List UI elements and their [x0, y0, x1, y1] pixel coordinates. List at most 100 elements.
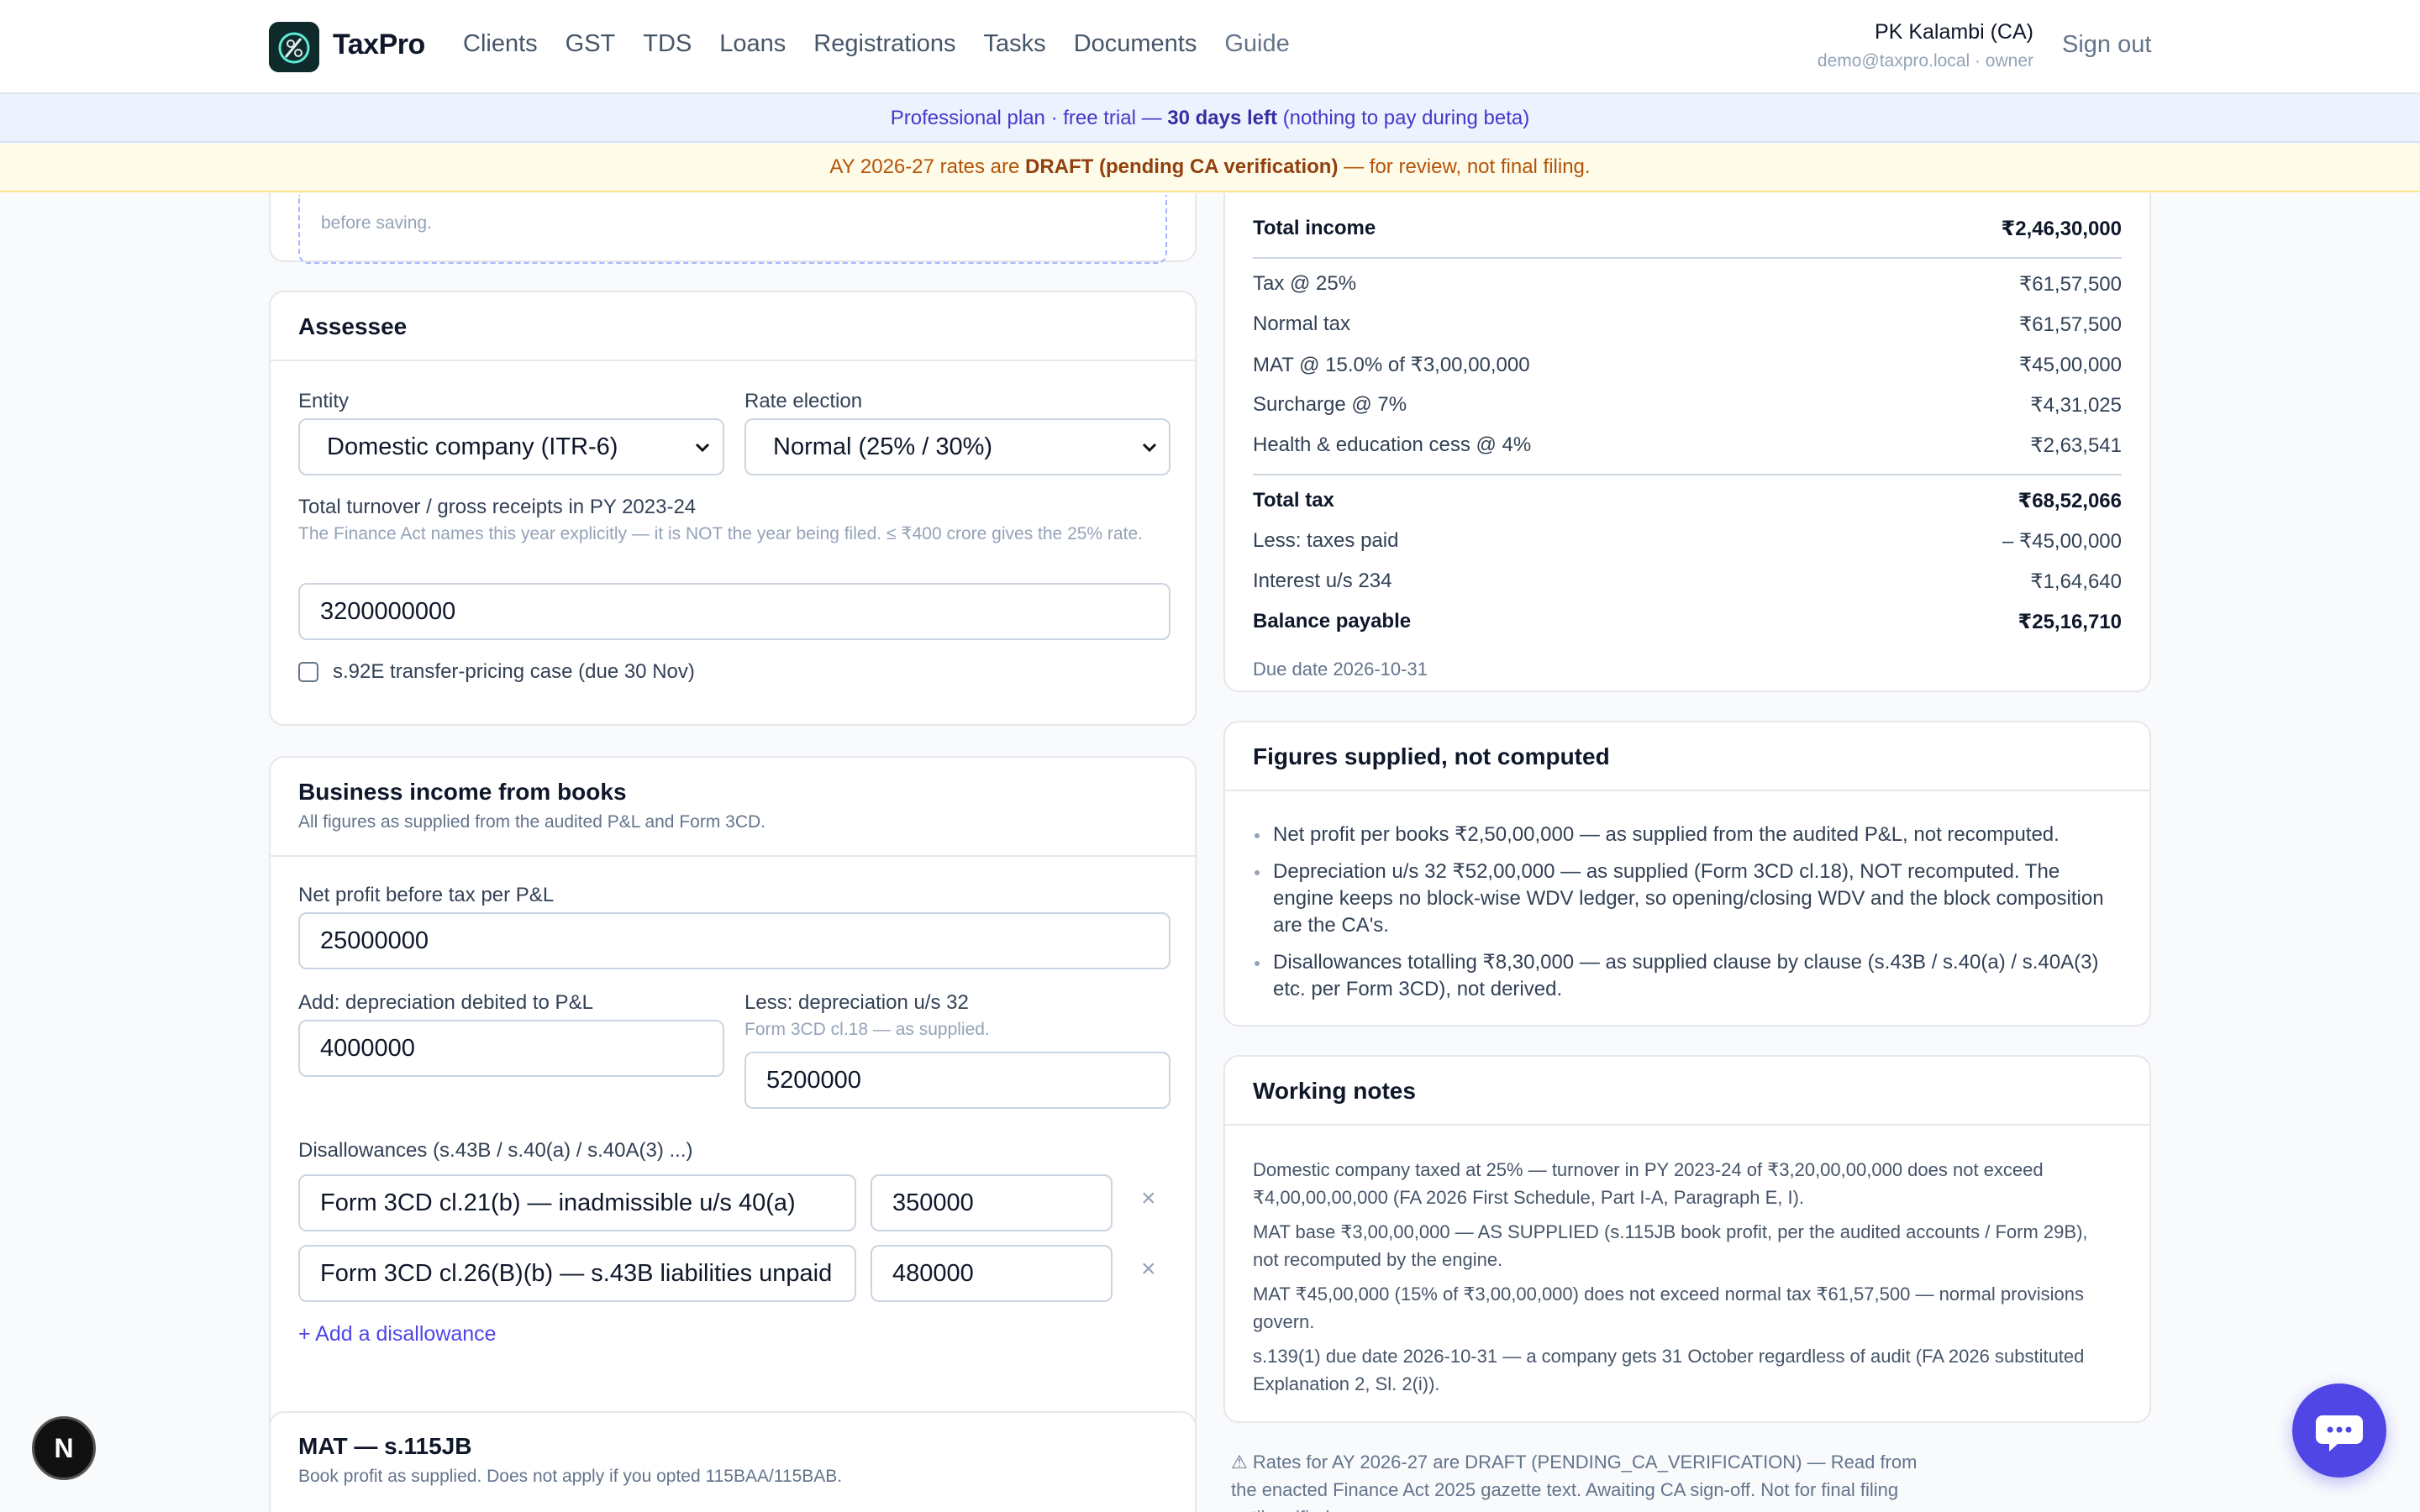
nav-tds[interactable]: TDS — [643, 30, 692, 58]
list-item: Net profit per books ₹2,50,00,000 — as s… — [1253, 822, 2116, 848]
rate-election-label: Rate election — [744, 390, 863, 412]
chat-button[interactable] — [2292, 1383, 2386, 1478]
taxes-paid-label: Less: taxes paid — [1253, 529, 1399, 552]
figures-supplied-header: Figures supplied, not computed — [1225, 722, 2149, 791]
working-notes-header: Working notes — [1225, 1057, 2149, 1126]
net-profit-label: Net profit before tax per P&L — [298, 884, 555, 906]
draft-rates-banner: AY 2026-27 rates are DRAFT (pending CA v… — [0, 144, 2420, 192]
total-tax-value: ₹68,52,066 — [2018, 490, 2122, 512]
top-navigation-bar: TaxPro Clients GST TDS Loans Registratio… — [0, 0, 2420, 94]
row-value: ₹45,00,000 — [2018, 354, 2122, 376]
plan-prefix: Professional plan · free trial — — [890, 107, 1168, 129]
draft-prefix: AY 2026-27 rates are — [829, 155, 1025, 178]
disallowance-desc-input[interactable] — [298, 1245, 856, 1302]
sign-out-button[interactable]: Sign out — [2062, 31, 2151, 59]
add-disallowance-link[interactable]: + Add a disallowance — [298, 1322, 497, 1347]
working-note: MAT ₹45,00,000 (15% of ₹3,00,00,000) doe… — [1253, 1284, 2084, 1332]
disallowance-amount-input[interactable] — [871, 1174, 1113, 1231]
working-notes-title: Working notes — [1253, 1078, 1416, 1104]
taxes-paid-row: Less: taxes paid – ₹45,00,000 — [1253, 529, 2122, 559]
interest-label: Interest u/s 234 — [1253, 570, 1392, 592]
remove-disallowance-button[interactable]: × — [1141, 1255, 1156, 1284]
less-depreciation-label: Less: depreciation u/s 32 — [744, 991, 969, 1014]
brand-name[interactable]: TaxPro — [333, 29, 425, 61]
mat-subtitle: Book profit as supplied. Does not apply … — [298, 1467, 843, 1486]
taxpro-logo-icon[interactable] — [269, 22, 319, 72]
main-nav: Clients GST TDS Loans Registrations Task… — [463, 30, 1318, 58]
working-note: Domestic company taxed at 25% — turnover… — [1253, 1159, 2044, 1208]
less-depreciation-input[interactable] — [744, 1052, 1171, 1109]
nav-gst[interactable]: GST — [566, 30, 616, 58]
turnover-hint: The Finance Act names this year explicit… — [298, 524, 1143, 543]
total-income-value: ₹2,46,30,000 — [2001, 218, 2122, 240]
row-label: MAT @ 15.0% of ₹3,00,00,000 — [1253, 354, 1530, 376]
computation-row: Tax @ 25% ₹61,57,500 — [1253, 272, 2122, 302]
nav-loans[interactable]: Loans — [719, 30, 786, 58]
balance-value: ₹25,16,710 — [2018, 611, 2122, 633]
assessee-header: Assessee — [271, 292, 1195, 361]
add-depreciation-label: Add: depreciation debited to P&L — [298, 991, 593, 1014]
less-depreciation-hint: Form 3CD cl.18 — as supplied. — [744, 1020, 990, 1039]
total-income-label: Total income — [1253, 217, 1376, 239]
row-value: ₹61,57,500 — [2018, 313, 2122, 336]
turnover-input[interactable] — [298, 583, 1171, 640]
assessee-card: Assessee Entity Domestic company (ITR-6)… — [269, 291, 1197, 726]
turnover-label: Total turnover / gross receipts in PY 20… — [298, 496, 697, 518]
rate-election-select[interactable]: Normal (25% / 30%) — [744, 418, 1171, 475]
balance-label: Balance payable — [1253, 610, 1412, 633]
user-name: PK Kalambi (CA) — [1875, 20, 2033, 44]
business-income-subtitle: All figures as supplied from the audited… — [298, 812, 765, 832]
figures-supplied-title: Figures supplied, not computed — [1253, 743, 1610, 769]
interest-row: Interest u/s 234 ₹1,64,640 — [1253, 570, 2122, 600]
disallowance-desc-input[interactable] — [298, 1174, 856, 1231]
business-income-title: Business income from books — [298, 779, 627, 805]
divider — [1253, 257, 2122, 259]
main-content: before saving. Assessee Entity Domestic … — [0, 193, 2420, 1512]
total-tax-row: Total tax ₹68,52,066 — [1253, 489, 2122, 519]
divider — [1253, 474, 2122, 475]
disallowances-label: Disallowances (s.43B / s.40(a) / s.40A(3… — [298, 1139, 693, 1162]
working-note: MAT base ₹3,00,00,000 — AS SUPPLIED (s.1… — [1253, 1221, 2088, 1270]
user-email: demo@taxpro.local · owner — [1817, 51, 2033, 71]
computation-row: Surcharge @ 7% ₹4,31,025 — [1253, 393, 2122, 423]
business-income-card: Business income from books All figures a… — [269, 756, 1197, 1512]
transfer-pricing-label[interactable]: s.92E transfer-pricing case (due 30 Nov) — [333, 660, 695, 684]
total-income-row: Total income ₹2,46,30,000 — [1253, 217, 2122, 247]
balance-payable-row: Balance payable ₹25,16,710 — [1253, 610, 2122, 640]
dev-tools-badge[interactable]: N — [32, 1416, 96, 1480]
row-label: Tax @ 25% — [1253, 272, 1357, 295]
working-note: s.139(1) due date 2026-10-31 — a company… — [1253, 1346, 2085, 1394]
taxes-paid-value: – ₹45,00,000 — [2002, 530, 2122, 553]
assessee-title: Assessee — [298, 313, 408, 339]
list-item: Depreciation u/s 32 ₹52,00,000 — as supp… — [1253, 858, 2116, 939]
remove-disallowance-button[interactable]: × — [1141, 1184, 1156, 1213]
draft-suffix: — for review, not final filing. — [1338, 155, 1591, 178]
nav-registrations[interactable]: Registrations — [813, 30, 955, 58]
disallowance-amount-input[interactable] — [871, 1245, 1113, 1302]
nav-tasks[interactable]: Tasks — [984, 30, 1046, 58]
add-depreciation-input[interactable] — [298, 1020, 724, 1077]
mat-title: MAT — s.115JB — [298, 1433, 472, 1459]
plan-suffix: (nothing to pay during beta) — [1277, 107, 1530, 129]
total-tax-label: Total tax — [1253, 489, 1334, 512]
row-label: Surcharge @ 7% — [1253, 393, 1407, 416]
interest-value: ₹1,64,640 — [2030, 570, 2122, 593]
nav-guide[interactable]: Guide — [1224, 30, 1289, 58]
figures-supplied-card: Figures supplied, not computed Net profi… — [1223, 721, 2151, 1026]
computation-row: MAT @ 15.0% of ₹3,00,00,000 ₹45,00,000 — [1253, 353, 2122, 383]
net-profit-input[interactable] — [298, 912, 1171, 969]
business-income-header: Business income from books All figures a… — [271, 758, 1195, 857]
entity-select[interactable]: Domestic company (ITR-6) — [298, 418, 724, 475]
transfer-pricing-checkbox[interactable] — [298, 662, 318, 682]
due-date: Due date 2026-10-31 — [1253, 659, 1428, 680]
dropzone-text: before saving. — [321, 213, 432, 233]
tax-computation-card: Total income ₹2,46,30,000 Tax @ 25% ₹61,… — [1223, 193, 2151, 692]
nav-clients[interactable]: Clients — [463, 30, 538, 58]
draft-bold: DRAFT (pending CA verification) — [1025, 155, 1339, 178]
plan-banner: Professional plan · free trial — 30 days… — [0, 94, 2420, 143]
draft-rates-footnote: ⚠ Rates for AY 2026-27 are DRAFT (PENDIN… — [1231, 1452, 1918, 1512]
row-label: Health & education cess @ 4% — [1253, 433, 1532, 456]
list-item: Disallowances totalling ₹8,30,000 — as s… — [1253, 949, 2116, 1003]
computation-row: Normal tax ₹61,57,500 — [1253, 312, 2122, 343]
nav-documents[interactable]: Documents — [1074, 30, 1197, 58]
